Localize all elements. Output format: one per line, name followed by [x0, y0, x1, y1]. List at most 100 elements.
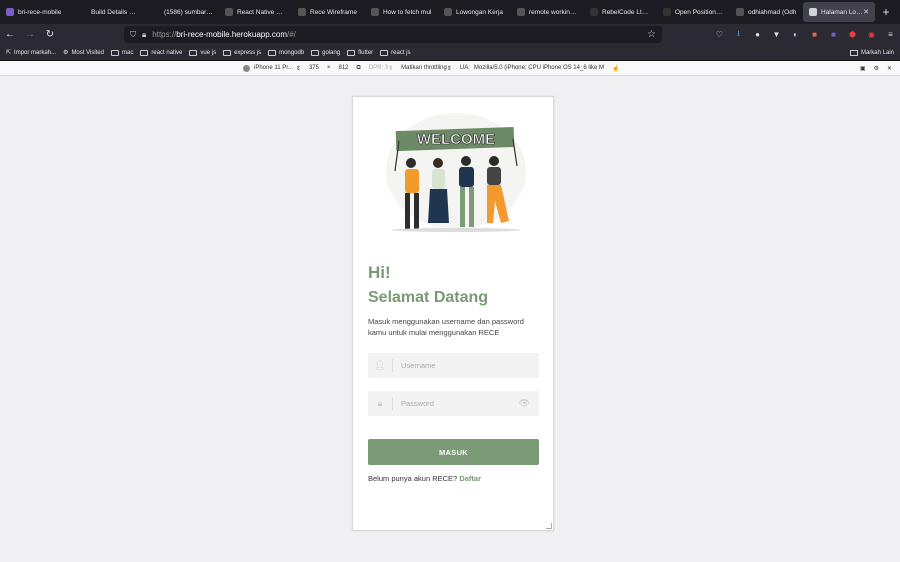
- tab-favicon-icon: [590, 8, 598, 16]
- extension-icon-2[interactable]: ◐: [786, 30, 805, 39]
- lock-icon: 🔒︎: [142, 29, 147, 39]
- other-bookmarks[interactable]: Markah Lain: [849, 49, 894, 56]
- folder-icon: [189, 49, 198, 56]
- browser-tab[interactable]: Build Details — 7: [73, 0, 146, 24]
- tab-favicon-icon: [517, 8, 525, 16]
- reload-icon[interactable]: ↻: [40, 29, 60, 40]
- register-link[interactable]: Daftar: [459, 474, 481, 483]
- username-input[interactable]: [401, 361, 511, 370]
- tab-favicon-icon: [371, 8, 379, 16]
- bookmark-item[interactable]: react native: [140, 49, 182, 56]
- screenshot-icon[interactable]: ▣: [860, 65, 866, 72]
- bookmark-item[interactable]: flutter: [347, 49, 374, 56]
- shield-icon[interactable]: ⛉: [130, 30, 136, 40]
- bookmark-item[interactable]: mac: [111, 49, 133, 56]
- hi-heading: Hi!: [368, 263, 391, 282]
- bookmark-label: golang: [322, 49, 341, 56]
- tab-title: Open Position: Re: [675, 8, 724, 16]
- gear-icon: ⚙: [63, 50, 69, 56]
- settings-icon[interactable]: ⚙: [874, 65, 879, 72]
- browser-tab[interactable]: remote working p: [511, 0, 584, 24]
- folder-icon: [111, 49, 120, 56]
- bookmark-item[interactable]: express js: [223, 49, 261, 56]
- viewport-width-input[interactable]: 375: [309, 65, 319, 71]
- extension-icon-5[interactable]: ◉: [862, 30, 881, 39]
- register-prompt: Belum punya akun RECE? Daftar: [368, 474, 481, 483]
- bookmark-label: Impor markah...: [14, 49, 57, 56]
- bookmark-label: mongodb: [279, 49, 305, 56]
- extension-icon-4[interactable]: ■: [824, 30, 843, 39]
- browser-nav-bar: ← → ↻ ⛉ 🔒︎ https://bri-rece-mobile.herok…: [0, 24, 900, 45]
- user-icon: 👤︎: [374, 360, 386, 370]
- lock-icon: 🔒︎: [377, 398, 383, 408]
- bookmark-item[interactable]: golang: [311, 49, 341, 56]
- password-field[interactable]: 🔒︎ 👁︎: [368, 391, 539, 416]
- username-field[interactable]: 👤︎: [368, 353, 539, 378]
- dpr-selector[interactable]: DPR: 3 ⇕: [369, 65, 393, 72]
- folder-icon: [223, 49, 232, 56]
- bookmark-label: Most Visited: [71, 49, 105, 56]
- adblock-icon[interactable]: ⬢: [843, 30, 862, 39]
- new-tab-icon[interactable]: +: [879, 5, 893, 19]
- close-tab-icon[interactable]: ✕: [863, 8, 869, 16]
- password-input[interactable]: [401, 399, 511, 408]
- tab-favicon-icon: [152, 8, 160, 16]
- browser-tab[interactable]: How to fetch mul: [365, 0, 438, 24]
- tab-favicon-icon: [736, 8, 744, 16]
- bookmark-item[interactable]: ⇱ Impor markah...: [6, 49, 57, 57]
- browser-tab[interactable]: Rece Wireframe: [292, 0, 365, 24]
- tab-title: Rece Wireframe: [310, 8, 357, 16]
- viewport-height-input[interactable]: 812: [338, 65, 348, 71]
- bookmark-item[interactable]: ⚙ Most Visited: [63, 49, 105, 57]
- tab-favicon-icon: [6, 8, 14, 16]
- close-icon[interactable]: ✕: [887, 65, 892, 72]
- bookmark-item[interactable]: mongodb: [268, 49, 305, 56]
- browser-tab[interactable]: RebelCode Ltd. R: [584, 0, 657, 24]
- bookmark-label: flutter: [358, 49, 374, 56]
- show-password-icon[interactable]: 👁︎: [519, 398, 530, 409]
- throttle-selector[interactable]: Matikan throttling ⇕: [401, 65, 452, 72]
- field-divider: [392, 397, 393, 410]
- download-icon[interactable]: ⭳: [729, 28, 748, 42]
- extension-icon[interactable]: ●: [748, 30, 767, 39]
- login-button[interactable]: MASUK: [368, 439, 539, 465]
- bookmark-star-icon[interactable]: ☆: [647, 29, 656, 40]
- pocket-icon[interactable]: ♡: [710, 30, 729, 39]
- browser-tab[interactable]: Open Position: Re: [657, 0, 730, 24]
- extension-icon-3[interactable]: ■: [805, 30, 824, 39]
- responsive-design-toolbar: iPhone 11 Pr... ⇕ 375 × 812 ⧉ DPR: 3 ⇕ Ma…: [0, 61, 900, 76]
- touch-simulation-icon[interactable]: ☝: [612, 65, 619, 72]
- user-agent-field[interactable]: UA: Mozilla/5.0 (iPhone; CPU iPhone OS 14…: [460, 65, 604, 71]
- tab-title: Build Details — 7: [91, 8, 140, 16]
- rotate-icon[interactable]: ⧉: [357, 65, 361, 72]
- tab-title: Halaman Login: [821, 8, 864, 16]
- device-icon: [243, 64, 250, 72]
- folder-icon: [347, 49, 356, 56]
- browser-tab[interactable]: Lowongan Kerja: [438, 0, 511, 24]
- dimension-separator: ×: [326, 65, 331, 71]
- mobile-viewport: WELCOME Hi! Selamat Datang Masuk menggun…: [352, 96, 554, 531]
- folder-icon: [268, 49, 277, 56]
- browser-tab[interactable]: odhiahmad (Odh: [730, 0, 803, 24]
- tab-favicon-icon: [809, 8, 817, 16]
- tab-title: RebelCode Ltd. R: [602, 8, 651, 16]
- viewport-resize-handle[interactable]: [546, 523, 552, 529]
- browser-tab[interactable]: bri-rece-mobile: [0, 0, 73, 24]
- bookmark-item[interactable]: vue js: [189, 49, 217, 56]
- device-selector[interactable]: iPhone 11 Pr... ⇕: [243, 64, 301, 72]
- tab-title: Lowongan Kerja: [456, 8, 503, 16]
- tab-favicon-icon: [79, 8, 87, 16]
- menu-icon[interactable]: ≡: [881, 30, 900, 39]
- field-divider: [392, 359, 393, 372]
- bookmarks-bar: ⇱ Impor markah... ⚙ Most Visited mac react na…: [0, 45, 900, 61]
- address-bar[interactable]: ⛉ 🔒︎ https://bri-rece-mobile.herokuapp.c…: [124, 26, 662, 43]
- browser-tab[interactable]: (1586) sumbarna: [146, 0, 219, 24]
- browser-tab[interactable]: React Native Deb: [219, 0, 292, 24]
- forward-icon[interactable]: →: [20, 29, 40, 40]
- vue-devtools-icon[interactable]: ▼: [767, 30, 786, 39]
- back-icon[interactable]: ←: [0, 29, 20, 40]
- browser-tab[interactable]: Halaman Login ✕: [803, 2, 875, 22]
- login-description: Masuk menggunakan username dan password …: [368, 317, 524, 337]
- bookmark-label: vue js: [200, 49, 217, 56]
- bookmark-item[interactable]: react js: [380, 49, 411, 56]
